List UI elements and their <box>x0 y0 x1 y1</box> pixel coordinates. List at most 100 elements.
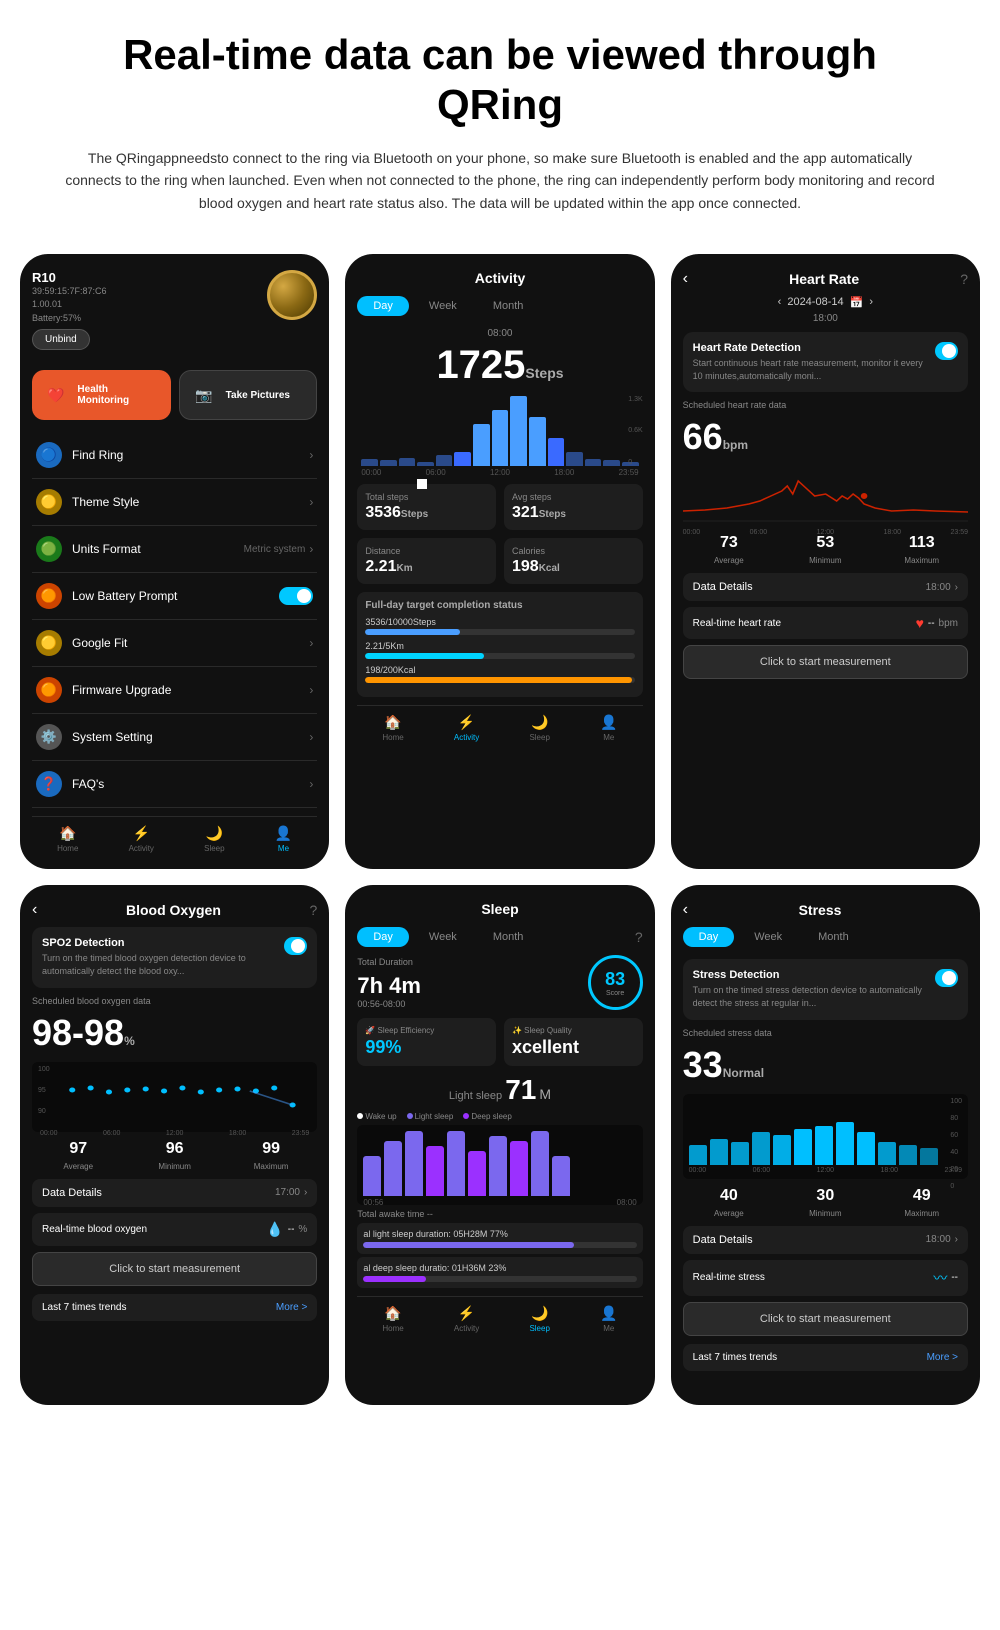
distance-box: Distance 2.21Km <box>357 538 496 584</box>
theme-icon: 🟡 <box>36 489 62 515</box>
stress-detection-card: Stress Detection Turn on the timed stres… <box>683 959 968 1019</box>
stress-tab-day[interactable]: Day <box>683 927 735 947</box>
sleep-legend: Wake up Light sleep Deep sleep <box>357 1112 642 1121</box>
stress-back-arrow[interactable]: ‹ <box>683 901 688 919</box>
device-name: R10 <box>32 270 107 285</box>
nav5-home[interactable]: 🏠Home <box>382 1305 403 1333</box>
settings-icon: ⚙️ <box>36 724 62 750</box>
tab-month[interactable]: Month <box>477 296 540 316</box>
bpm-value: 66bpm <box>683 416 968 458</box>
stress-data-details[interactable]: Data Details 18:00 › <box>683 1226 968 1254</box>
health-icon: ❤️ <box>42 381 69 409</box>
stress-last-trends[interactable]: Last 7 times trends More > <box>683 1344 968 1371</box>
sleep-score: 83 Score <box>588 955 643 1010</box>
bo-nav-back: ‹ Blood Oxygen ? <box>32 901 317 919</box>
nav2-me[interactable]: 👤Me <box>600 714 617 742</box>
health-monitoring-card[interactable]: ❤️ Health Monitoring <box>32 370 171 420</box>
nav-home[interactable]: 🏠 Home <box>57 825 78 853</box>
bottom-nav-5: 🏠Home ⚡Activity 🌙Sleep 👤Me <box>357 1296 642 1333</box>
nav-sleep[interactable]: 🌙 Sleep <box>204 825 224 853</box>
bo-title: Blood Oxygen <box>126 902 221 918</box>
units-chevron: › <box>309 542 313 556</box>
sleep-quality: ✨ Sleep Quality xcellent <box>504 1018 643 1066</box>
slider-indicator <box>417 479 427 489</box>
realtime-hr-row: Real-time heart rate ♥ -- bpm <box>683 607 968 639</box>
menu-faqs[interactable]: ❓ FAQ's › <box>32 761 317 808</box>
units-label: Units Format <box>72 542 141 556</box>
nav5-sleep[interactable]: 🌙Sleep <box>529 1305 549 1333</box>
bottom-nav-2: 🏠Home ⚡Activity 🌙Sleep 👤Me <box>357 705 642 742</box>
battery-toggle[interactable] <box>279 587 313 605</box>
distance-progress: 2.21/5Km <box>365 641 634 659</box>
calendar-icon: 📅 <box>850 296 864 309</box>
tab-week[interactable]: Week <box>413 296 473 316</box>
menu-system-setting[interactable]: ⚙️ System Setting › <box>32 714 317 761</box>
unbind-button[interactable]: Unbind <box>32 329 90 350</box>
stress-more-button[interactable]: More > <box>927 1352 958 1363</box>
light-sleep-bar: al light sleep duration: 05H28M 77% <box>357 1223 642 1254</box>
nav5-activity[interactable]: ⚡Activity <box>454 1305 479 1333</box>
phone-sleep: Sleep Day Week Month ? Total Duration 7h… <box>345 885 654 1405</box>
bar <box>510 396 527 466</box>
sleep-tab-month[interactable]: Month <box>477 927 540 947</box>
take-pictures-card[interactable]: 📷 Take Pictures <box>179 370 318 420</box>
theme-chevron: › <box>309 495 313 509</box>
menu-find-ring[interactable]: 🔵 Find Ring › <box>32 432 317 479</box>
menu-theme-style[interactable]: 🟡 Theme Style › <box>32 479 317 526</box>
nav2-home[interactable]: 🏠Home <box>382 714 403 742</box>
data-details-row[interactable]: Data Details 18:00 › <box>683 573 968 601</box>
faqs-icon: ❓ <box>36 771 62 797</box>
spo2-toggle[interactable] <box>284 937 308 955</box>
menu-units-format[interactable]: 🟢 Units Format Metric system › <box>32 526 317 573</box>
last-trends-row[interactable]: Last 7 times trends More > <box>32 1294 317 1321</box>
measure-btn-hr[interactable]: Click to start measurement <box>683 645 968 679</box>
nav-me[interactable]: 👤 Me <box>275 825 292 853</box>
bar <box>399 458 416 466</box>
sleep-tab-day[interactable]: Day <box>357 927 409 947</box>
back-arrow-icon[interactable]: ‹ <box>683 270 688 288</box>
bo-data-details[interactable]: Data Details 17:00 › <box>32 1179 317 1207</box>
nav2-activity[interactable]: ⚡Activity <box>454 714 479 742</box>
menu-firmware[interactable]: 🟠 Firmware Upgrade › <box>32 667 317 714</box>
menu-google-fit[interactable]: 🟡 Google Fit › <box>32 620 317 667</box>
bar <box>566 452 583 466</box>
menu-low-battery[interactable]: 🟠 Low Battery Prompt <box>32 573 317 620</box>
measure-btn-bo[interactable]: Click to start measurement <box>32 1252 317 1286</box>
phones-grid: R10 39:59:15:7F:87:C6 1.00.01 Battery:57… <box>0 234 1000 1426</box>
theme-label: Theme Style <box>72 495 139 509</box>
nav5-me[interactable]: 👤Me <box>600 1305 617 1333</box>
more-button[interactable]: More > <box>276 1302 307 1313</box>
chevron-icon: › <box>309 448 313 462</box>
stress-tab-week[interactable]: Week <box>738 927 798 947</box>
stress-toggle[interactable] <box>935 969 958 987</box>
tab-day[interactable]: Day <box>357 296 409 316</box>
phone-stress: ‹ Stress Day Week Month Stress Detection… <box>671 885 980 1405</box>
hr-detection-toggle[interactable] <box>935 342 958 360</box>
stress-sched-label: Scheduled stress data <box>683 1028 968 1038</box>
spo2-value: 98-98% <box>32 1012 317 1054</box>
gfit-label: Google Fit <box>72 636 127 650</box>
left-chevron[interactable]: ‹ <box>778 296 782 308</box>
health-label: Health Monitoring <box>77 384 160 406</box>
steps-count: 1725Steps <box>357 343 642 388</box>
stress-tab-month[interactable]: Month <box>802 927 865 947</box>
page-title: Real-time data can be viewed through QRi… <box>60 30 940 131</box>
measure-btn-stress[interactable]: Click to start measurement <box>683 1302 968 1336</box>
nav2-sleep[interactable]: 🌙Sleep <box>529 714 549 742</box>
battery-label: Low Battery Prompt <box>72 589 177 603</box>
hr-stats: 73 53 113 Average Minimum Maximum <box>683 534 968 565</box>
bo-back-arrow[interactable]: ‹ <box>32 901 37 919</box>
right-chevron[interactable]: › <box>869 296 873 308</box>
units-value: Metric system <box>244 544 306 555</box>
help-icon[interactable]: ? <box>960 271 968 287</box>
heart-icon: ♥ <box>916 615 924 631</box>
nav-activity[interactable]: ⚡ Activity <box>129 825 154 853</box>
phone-activity: Activity Day Week Month 08:00 1725Steps … <box>345 254 654 870</box>
bo-help-icon[interactable]: ? <box>310 902 318 918</box>
find-ring-icon: 🔵 <box>36 442 62 468</box>
gfit-icon: 🟡 <box>36 630 62 656</box>
sleep-help-icon[interactable]: ? <box>635 929 643 945</box>
faqs-chevron: › <box>309 777 313 791</box>
activity-chart: 1.3K0.6K0 00:0006:0012:0018:0023:5 <box>357 396 642 476</box>
sleep-tab-week[interactable]: Week <box>413 927 473 947</box>
